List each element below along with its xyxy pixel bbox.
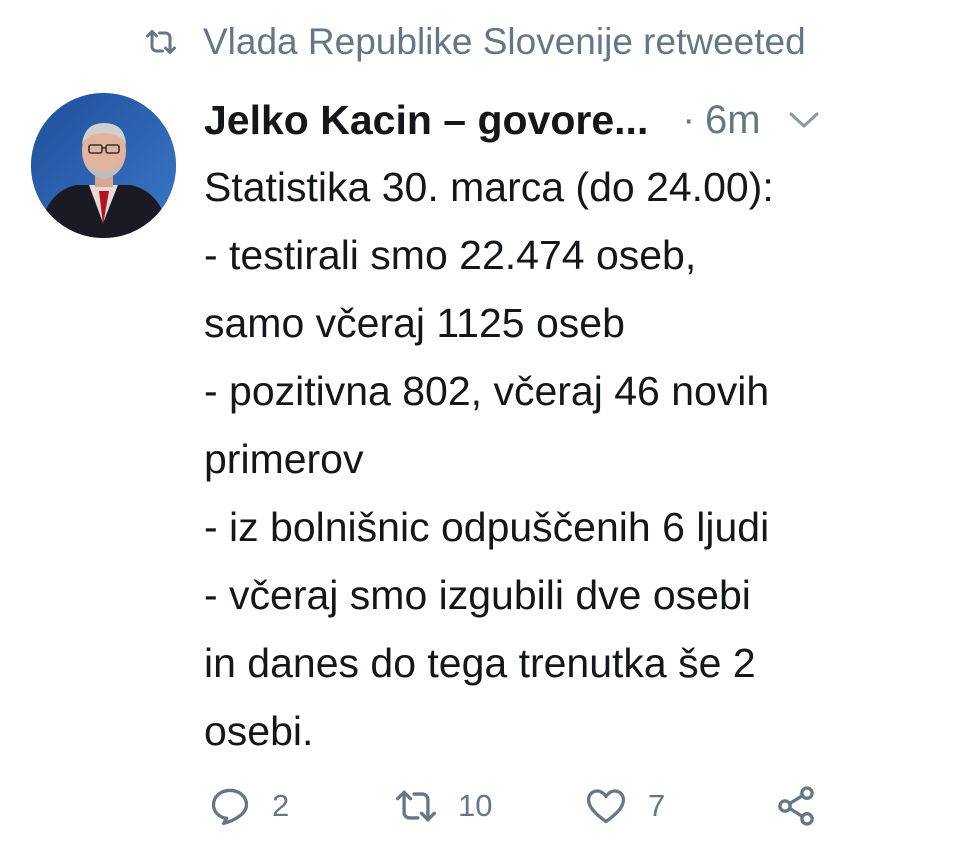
retweet-button[interactable]: 10: [394, 776, 492, 836]
like-count: 7: [648, 788, 666, 823]
tweet-timestamp[interactable]: 6m: [705, 98, 761, 143]
reply-icon: [211, 788, 249, 826]
retweet-count: 10: [458, 788, 493, 823]
tweet-line: Statistika 30. marca (do 24.00):: [204, 164, 774, 210]
tweet-line: osebi.: [204, 708, 314, 754]
profile-photo: [31, 93, 176, 238]
share-icon: [778, 786, 814, 826]
tweet-line: samo včeraj 1125 oseb: [204, 300, 625, 346]
separator-dot: ·: [682, 98, 695, 141]
retweet-context[interactable]: Vlada Republike Slovenije retweeted: [143, 18, 806, 66]
tweet-text: Statistika 30. marca (do 24.00): - testi…: [204, 153, 944, 765]
avatar[interactable]: [31, 93, 176, 238]
share-button[interactable]: [774, 776, 818, 836]
retweet-context-label: Vlada Republike Slovenije retweeted: [203, 21, 806, 62]
heart-icon: [586, 789, 626, 824]
retweet-icon: [396, 790, 436, 822]
tweet-header: Jelko Kacin – govore... · 6m: [204, 92, 934, 148]
retweet-icon: [146, 30, 176, 54]
reply-count: 2: [272, 788, 290, 823]
author-name[interactable]: Jelko Kacin – govore...: [204, 97, 648, 144]
chevron-down-icon[interactable]: [787, 109, 821, 131]
like-button[interactable]: 7: [584, 776, 665, 836]
tweet-actions: 2 10 7: [204, 776, 944, 836]
tweet-line: primerov: [204, 436, 364, 482]
tweet-line: - pozitivna 802, včeraj 46 novih: [204, 368, 770, 414]
reply-button[interactable]: 2: [208, 776, 289, 836]
tweet-line: in danes do tega trenutka še 2: [204, 640, 756, 686]
tweet-line: - iz bolnišnic odpuščenih 6 ljudi: [204, 504, 770, 550]
tweet-line: - testirali smo 22.474 oseb,: [204, 232, 697, 278]
tweet-line: - včeraj smo izgubili dve osebi: [204, 572, 751, 618]
